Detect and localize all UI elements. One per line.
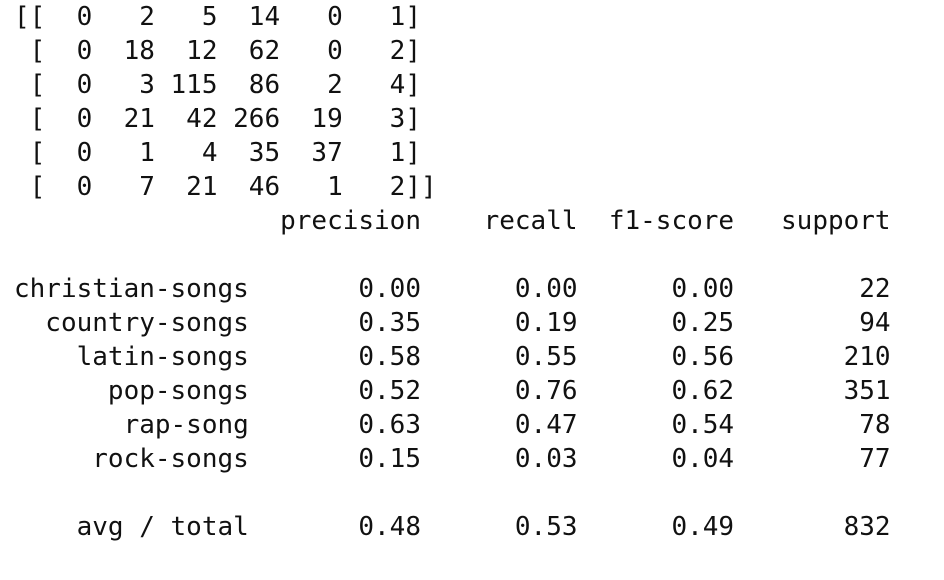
confusion-matrix-row: [[ 0 2 5 14 0 1] — [14, 2, 421, 32]
report-header: precision recall f1-score support — [14, 206, 891, 236]
confusion-matrix-row: [ 0 21 42 266 19 3] — [14, 104, 421, 134]
report-row: pop-songs 0.52 0.76 0.62 351 — [14, 376, 891, 406]
report-row: country-songs 0.35 0.19 0.25 94 — [14, 308, 891, 338]
report-row: christian-songs 0.00 0.00 0.00 22 — [14, 274, 891, 304]
confusion-matrix-row: [ 0 7 21 46 1 2]] — [14, 172, 437, 202]
confusion-matrix-row: [ 0 18 12 62 0 2] — [14, 36, 421, 66]
console-output: [[ 0 2 5 14 0 1] [ 0 18 12 62 0 2] [ 0 3… — [14, 0, 891, 544]
report-row: rap-song 0.63 0.47 0.54 78 — [14, 410, 891, 440]
report-row: latin-songs 0.58 0.55 0.56 210 — [14, 342, 891, 372]
confusion-matrix-row: [ 0 3 115 86 2 4] — [14, 70, 421, 100]
report-total-row: avg / total 0.48 0.53 0.49 832 — [14, 512, 891, 542]
confusion-matrix-row: [ 0 1 4 35 37 1] — [14, 138, 421, 168]
report-row: rock-songs 0.15 0.03 0.04 77 — [14, 444, 891, 474]
